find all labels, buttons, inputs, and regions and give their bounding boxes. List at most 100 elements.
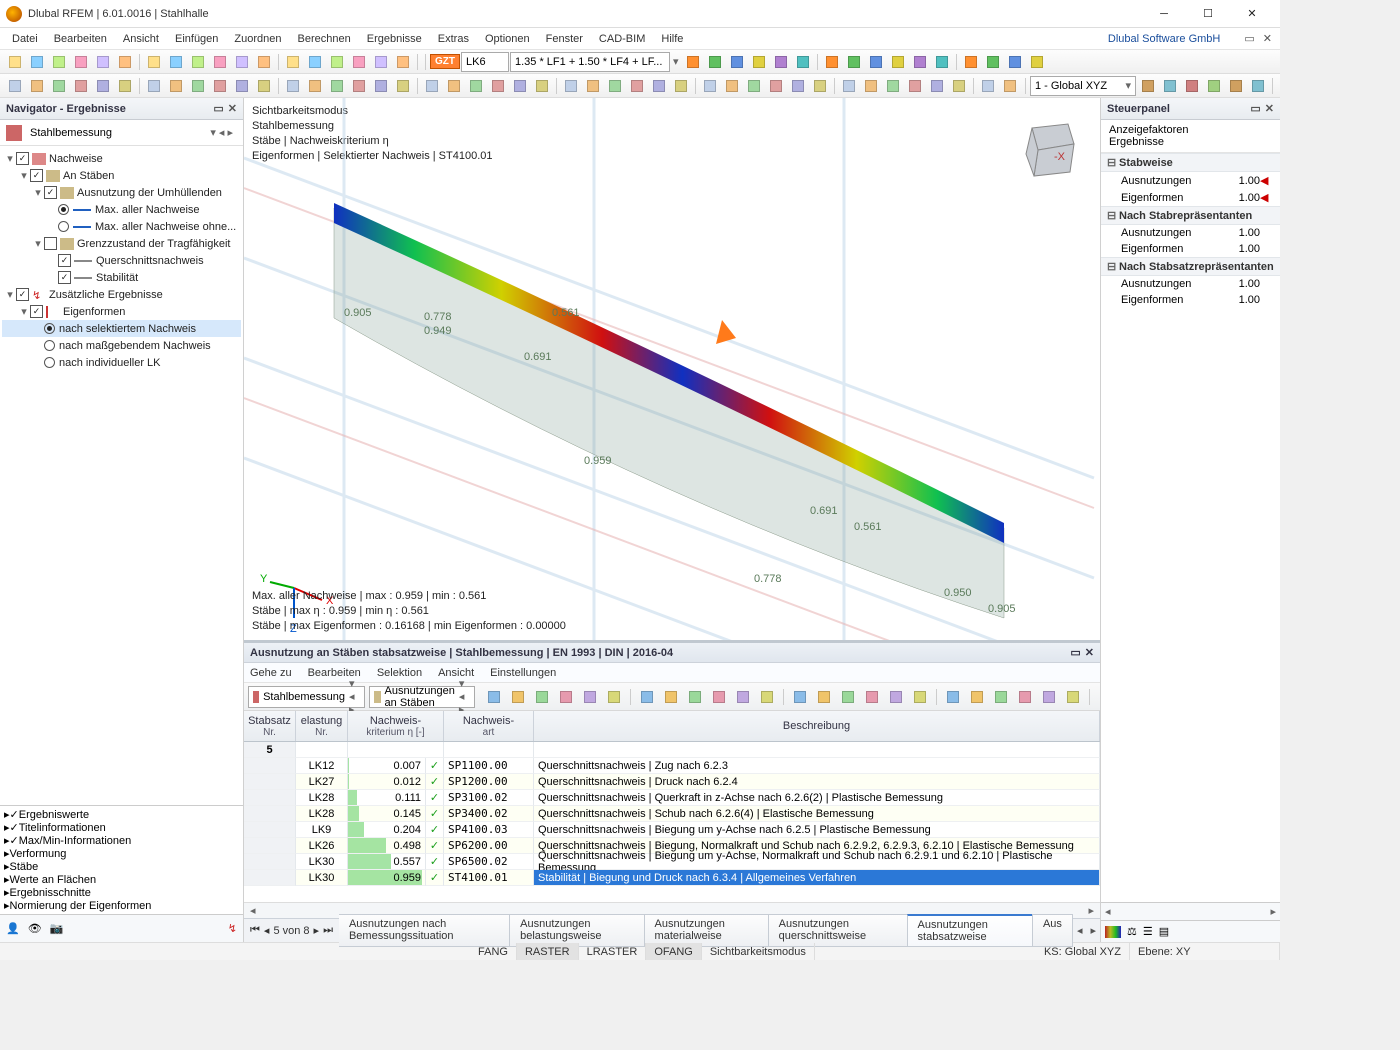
toolbar-button[interactable] — [770, 52, 792, 72]
table-row[interactable]: LK270.012✓SP1200.00Querschnittsnachweis … — [244, 774, 1100, 790]
table-row[interactable]: LK280.145✓SP3400.02Querschnittsnachweis … — [244, 806, 1100, 822]
tree-nach-sel[interactable]: nach selektiertem Nachweis — [59, 323, 196, 335]
chevron-down-icon[interactable]: ▾ — [671, 55, 681, 68]
toolbar-button[interactable] — [682, 52, 704, 72]
toolbar-button[interactable] — [48, 52, 70, 72]
toolbar-button[interactable] — [48, 76, 70, 96]
toolbar-button[interactable] — [931, 52, 953, 72]
toolbar-button[interactable] — [392, 76, 414, 96]
minimize-button[interactable]: ─ — [1142, 0, 1186, 28]
cp-value-row[interactable]: Eigenformen1.00 — [1101, 241, 1280, 257]
toolbar-button[interactable] — [348, 52, 370, 72]
toolbar-button[interactable] — [1247, 76, 1269, 96]
tabs-scroll-right-icon[interactable]: ▸ — [1086, 924, 1100, 937]
menu-ansicht[interactable]: Ansicht — [115, 31, 167, 47]
cp-tab-list-icon[interactable]: ☰ — [1143, 925, 1153, 938]
toolbar-button[interactable] — [861, 687, 883, 707]
cp-group-header[interactable]: ⊟Nach Stabsatzrepräsentanten — [1101, 257, 1280, 276]
toolbar-button[interactable] — [977, 76, 999, 96]
menu-datei[interactable]: Datei — [4, 31, 46, 47]
gzt-badge[interactable]: GZT — [430, 54, 460, 69]
status-fang[interactable]: FANG — [470, 943, 517, 960]
toolbar-button[interactable] — [636, 687, 658, 707]
toolbar-button[interactable] — [70, 52, 92, 72]
pin-icon[interactable]: ▭ — [213, 102, 223, 115]
toolbar-button[interactable] — [165, 52, 187, 72]
toolbar-button[interactable] — [909, 52, 931, 72]
radio-nach-sel[interactable] — [44, 323, 55, 334]
menu-optionen[interactable]: Optionen — [477, 31, 538, 47]
tm-geh[interactable]: Gehe zu — [250, 667, 292, 679]
toolbar-button[interactable] — [904, 76, 926, 96]
radio-nach-mass[interactable] — [44, 340, 55, 351]
lk-desc-input[interactable] — [510, 52, 670, 72]
toolbar-button[interactable] — [582, 76, 604, 96]
toolbar-button[interactable] — [507, 687, 529, 707]
tree-zerg[interactable]: Zusätzliche Ergebnisse — [49, 289, 163, 301]
toolbar-button[interactable] — [26, 76, 48, 96]
toolbar-button[interactable] — [1203, 76, 1225, 96]
menu-bearbeiten[interactable]: Bearbeiten — [46, 31, 115, 47]
toolbar-button[interactable] — [509, 76, 531, 96]
toolbar-button[interactable] — [604, 76, 626, 96]
tree-nach-ind[interactable]: nach individueller LK — [59, 357, 161, 369]
nav-bottom-item[interactable]: ▸✓Ergebniswerte — [2, 808, 241, 821]
toolbar-button[interactable] — [231, 52, 253, 72]
table-row[interactable]: LK90.204✓SP4100.03Querschnittsnachweis |… — [244, 822, 1100, 838]
nav-bottom-item[interactable]: ▸Ergebnisschnitte — [2, 886, 241, 899]
toolbar-button[interactable] — [421, 76, 443, 96]
menu-berechnen[interactable]: Berechnen — [290, 31, 359, 47]
mdi-minimize-icon[interactable]: ▭ — [1240, 32, 1258, 45]
toolbar-button[interactable] — [26, 52, 48, 72]
toolbar-button[interactable] — [1014, 687, 1036, 707]
toolbar-button[interactable] — [648, 76, 670, 96]
coord-combo[interactable]: 1 - Global XYZ▾ — [1030, 76, 1136, 96]
toolbar-button[interactable] — [209, 76, 231, 96]
tree-nachweise[interactable]: Nachweise — [49, 153, 103, 165]
toolbar-button[interactable] — [326, 52, 348, 72]
toolbar-button[interactable] — [813, 687, 835, 707]
toolbar-button[interactable] — [660, 687, 682, 707]
toolbar-button[interactable] — [966, 687, 988, 707]
maximize-button[interactable]: ☐ — [1186, 0, 1230, 28]
toolbar-button[interactable] — [999, 76, 1021, 96]
toolbar-button[interactable] — [370, 76, 392, 96]
toolbar-button[interactable] — [809, 76, 831, 96]
toolbar-button[interactable] — [838, 76, 860, 96]
design-combo[interactable]: Stahlbemessung ▾ ◂ ▸ — [26, 126, 237, 139]
toolbar-button[interactable] — [114, 52, 136, 72]
toolbar-button[interactable] — [743, 76, 765, 96]
toolbar-button[interactable] — [982, 52, 1004, 72]
cp-close-icon[interactable]: ✕ — [1265, 102, 1274, 115]
cp-tab-scale-icon[interactable]: ⚖ — [1127, 925, 1137, 938]
toolbar-button[interactable] — [483, 687, 505, 707]
toolbar-button[interactable] — [887, 52, 909, 72]
user-icon[interactable]: 👤 — [6, 922, 20, 935]
toolbar-button[interactable] — [1062, 687, 1084, 707]
nav-bottom-item[interactable]: ▸✓Max/Min-Informationen — [2, 834, 241, 847]
toolbar-button[interactable] — [670, 76, 692, 96]
toolbar-button[interactable] — [942, 687, 964, 707]
table-group-row[interactable]: 5 — [244, 742, 1100, 758]
toolbar-button[interactable] — [990, 687, 1012, 707]
toolbar-button[interactable] — [704, 52, 726, 72]
toolbar-button[interactable] — [92, 52, 114, 72]
cp-scrollbar[interactable]: ◂▸ — [1101, 902, 1280, 920]
tree-querschnitt[interactable]: Querschnittsnachweis — [96, 255, 204, 267]
toolbar-button[interactable] — [165, 76, 187, 96]
toolbar-button[interactable] — [579, 687, 601, 707]
toolbar-button[interactable] — [70, 76, 92, 96]
toolbar-button[interactable] — [721, 76, 743, 96]
toolbar-button[interactable] — [756, 687, 778, 707]
menu-einfuegen[interactable]: Einfügen — [167, 31, 226, 47]
radio-max-aller-ohne[interactable] — [58, 221, 69, 232]
radio-max-aller[interactable] — [58, 204, 69, 215]
toolbar-button[interactable] — [114, 76, 136, 96]
menu-fenster[interactable]: Fenster — [538, 31, 591, 47]
tree-eigenformen[interactable]: Eigenformen — [63, 306, 125, 318]
toolbar-button[interactable] — [4, 76, 26, 96]
toolbar-button[interactable] — [253, 52, 275, 72]
toolbar-button[interactable] — [531, 687, 553, 707]
toolbar-button[interactable] — [909, 687, 931, 707]
toolbar-button[interactable] — [326, 76, 348, 96]
